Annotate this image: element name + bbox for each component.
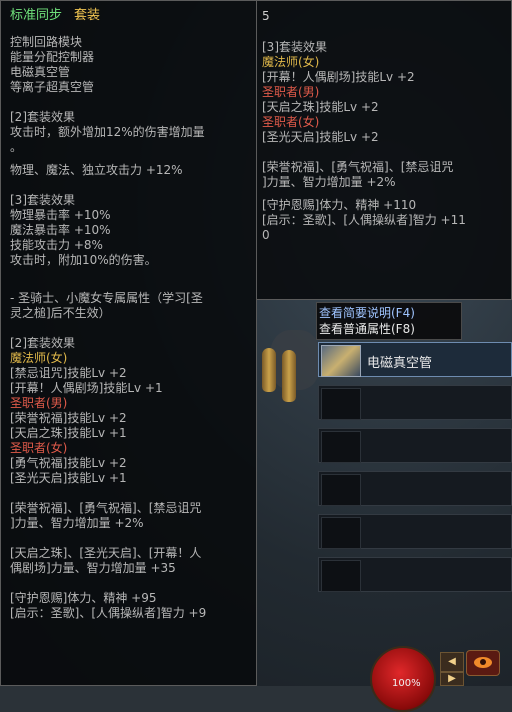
- hp-percent: 100%: [392, 678, 421, 689]
- class-paladin-female: 圣职者(女): [10, 441, 68, 455]
- class-witch-line: [开幕！人偶剧场]技能Lv +2: [262, 70, 415, 84]
- class-paladin-female: 圣职者(女): [262, 115, 320, 129]
- class-paladin-male: 圣职者(男): [262, 85, 320, 99]
- buff-line: [荣誉祝福]、[勇气祝福]、[禁忌诅咒 ]力量、智力增加量 +2%: [262, 160, 454, 189]
- empty-slot-icon: [321, 517, 361, 549]
- set3-header: [3]套装效果: [262, 40, 327, 54]
- buff-line: [荣誉祝福]、[勇气祝福]、[禁忌诅咒 ]力量、智力增加量 +2%: [10, 501, 202, 530]
- empty-slot-icon: [321, 431, 361, 463]
- set2-stat: 物理、魔法、独立攻击力 +12%: [10, 163, 183, 177]
- buff-line: [天启之珠]、[圣光天启]、[开幕！人 偶剧场]力量、智力增加量 +35: [10, 546, 202, 575]
- set3-line: 物理暴击率 +10%: [10, 208, 111, 222]
- item-slot[interactable]: [318, 514, 512, 549]
- menu-item-brief-description[interactable]: 查看简要说明(F4): [319, 305, 459, 321]
- item-slot[interactable]: [318, 557, 512, 592]
- menu-item-normal-attributes[interactable]: 查看普通属性(F8): [319, 321, 459, 337]
- item-slot[interactable]: [318, 471, 512, 506]
- class-paladin-female-line: [勇气祝福]技能Lv +2: [10, 456, 127, 470]
- class-paladin-male-line: [天启之珠]技能Lv +1: [10, 426, 127, 440]
- eye-icon[interactable]: [466, 650, 500, 676]
- hud-button[interactable]: ◀: [440, 652, 464, 672]
- item-slot-name: 电磁真空管: [367, 356, 433, 371]
- set2-header: [2]套装效果: [10, 110, 75, 124]
- buff-line: [守护恩赐]体力、精神 +110 [启示：圣歌]、[人偶操纵者]智力 +11 0: [262, 198, 466, 242]
- class-paladin-female-line: [圣光天启]技能Lv +1: [10, 471, 127, 485]
- set3-line: 攻击时，附加10%的伤害。: [10, 253, 157, 267]
- class-witch: 魔法师(女): [10, 351, 68, 365]
- class-witch-line: [开幕！人偶剧场]技能Lv +1: [10, 381, 163, 395]
- class-paladin-male: 圣职者(男): [10, 396, 68, 410]
- class-paladin-male-line: [天启之珠]技能Lv +2: [262, 100, 379, 114]
- set-component: 能量分配控制器: [10, 50, 95, 64]
- class-set2-header: [2]套装效果: [10, 336, 75, 350]
- item-quality: 标准同步: [10, 8, 63, 23]
- tooltip-title: 标准同步 套装: [10, 7, 247, 25]
- set-component: 电磁真空管: [10, 65, 71, 79]
- class-witch: 魔法师(女): [262, 55, 320, 69]
- set-component: 控制回路模块: [10, 35, 83, 49]
- item-slot[interactable]: [318, 385, 512, 420]
- background-barrel: [282, 350, 296, 402]
- item-tooltip-continued: 5 [3]套装效果 魔法师(女) [开幕！人偶剧场]技能Lv +2 圣职者(男)…: [257, 0, 512, 300]
- hp-orb: 100%: [370, 646, 436, 712]
- class-paladin-female-line: [圣光天启]技能Lv +2: [262, 130, 379, 144]
- item-slot[interactable]: [318, 428, 512, 463]
- class-paladin-male-line: [荣誉祝福]技能Lv +2: [10, 411, 127, 425]
- item-slot-active[interactable]: 电磁真空管: [318, 342, 512, 377]
- set-component: 等离子超真空管: [10, 80, 95, 94]
- set3-line: 技能攻击力 +8%: [10, 238, 103, 252]
- empty-slot-icon: [321, 474, 361, 506]
- empty-slot-icon: [321, 560, 361, 592]
- set-count: 5: [262, 9, 270, 23]
- empty-slot-icon: [321, 388, 361, 420]
- vacuum-tube-icon: [321, 345, 361, 377]
- buff-line: [启示：圣歌]、[人偶操纵者]智力 +9: [10, 606, 207, 620]
- item-tooltip: 标准同步 套装 控制回路模块 能量分配控制器 电磁真空管 等离子超真空管 [2]套…: [0, 0, 257, 686]
- set-tag: 套装: [74, 8, 101, 23]
- set2-line: 。: [10, 140, 23, 154]
- background-barrel: [262, 348, 276, 392]
- hud-button[interactable]: ▶: [440, 672, 464, 686]
- class-witch-line: [禁忌诅咒]技能Lv +2: [10, 366, 127, 380]
- set3-line: 魔法暴击率 +10%: [10, 223, 111, 237]
- set2-line: 攻击时，额外增加12%的伤害增加量: [10, 125, 205, 139]
- set-item-slot-list: 电磁真空管: [318, 342, 512, 600]
- class-note: - 圣骑士、小魔女专属属性（学习[圣 灵之槌]后不生效）: [10, 291, 203, 320]
- buff-line: [守护恩赐]体力、精神 +95: [10, 591, 157, 605]
- set3-header: [3]套装效果: [10, 193, 75, 207]
- context-menu: 查看简要说明(F4) 查看普通属性(F8): [316, 302, 462, 340]
